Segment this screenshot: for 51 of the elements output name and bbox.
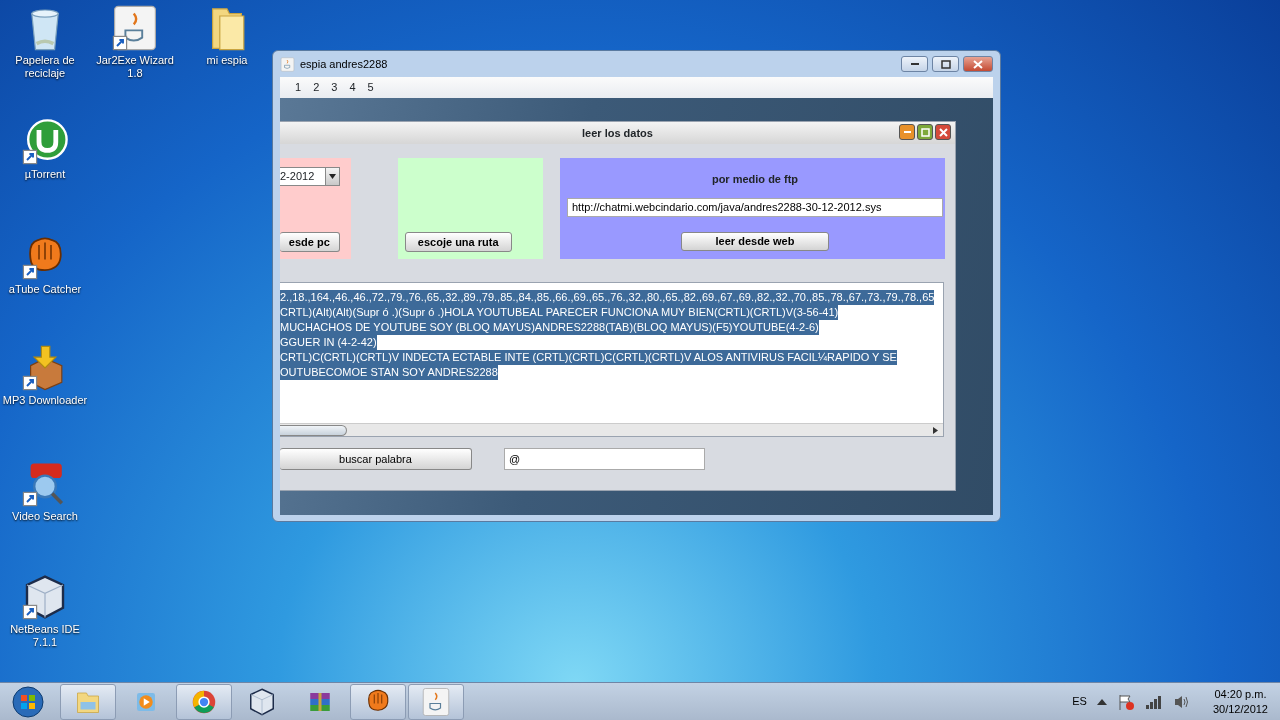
minimize-icon bbox=[910, 63, 919, 65]
flag-icon[interactable] bbox=[1116, 692, 1135, 711]
scroll-right-arrow-icon[interactable] bbox=[930, 424, 941, 436]
coffee-cup-icon bbox=[111, 4, 159, 52]
desktop-icon-label[interactable]: MP3 Downloader bbox=[2, 394, 88, 407]
signal-icon[interactable] bbox=[1144, 693, 1163, 710]
minimize-button[interactable] bbox=[901, 56, 928, 72]
ftp-heading: por medio de ftp bbox=[711, 172, 799, 187]
internal-window-title: leer los datos bbox=[582, 125, 653, 141]
round-logo-icon bbox=[21, 118, 69, 166]
menu-item[interactable]: 3 bbox=[331, 79, 338, 96]
dropdown-arrow-icon[interactable] bbox=[328, 174, 336, 179]
minimize-button[interactable] bbox=[899, 124, 915, 140]
search-word-button[interactable]: buscar palabra bbox=[280, 448, 472, 470]
horizontal-scrollbar[interactable] bbox=[280, 423, 943, 436]
menu-item[interactable]: 4 bbox=[349, 79, 356, 96]
minimize-icon bbox=[903, 131, 911, 133]
close-icon bbox=[938, 127, 948, 137]
desktop-icon-label[interactable]: Jar2Exe Wizard 1.8 bbox=[90, 54, 180, 80]
read-local-button[interactable]: esde pc bbox=[280, 232, 340, 252]
show-hidden-icons-icon[interactable] bbox=[1096, 697, 1107, 706]
date-dropdown[interactable]: 2-2012 bbox=[280, 167, 340, 186]
desktop-icon-label[interactable]: aTube Catcher bbox=[8, 283, 82, 296]
coffee-cup-icon bbox=[421, 686, 451, 717]
coffee-cup-icon bbox=[280, 56, 295, 72]
read-web-button[interactable]: leer desde web bbox=[681, 232, 829, 251]
window-title: espia andres2288 bbox=[300, 56, 388, 72]
desktop-icon-label[interactable]: mi espia bbox=[206, 54, 248, 67]
close-button[interactable] bbox=[935, 124, 951, 140]
choose-path-button[interactable]: escoje una ruta bbox=[404, 232, 512, 252]
menu-item[interactable]: 2 bbox=[313, 79, 320, 96]
close-button[interactable] bbox=[963, 56, 993, 72]
maximize-button[interactable] bbox=[932, 56, 959, 72]
clock[interactable]: 04:20 p.m. 30/12/2012 bbox=[1212, 686, 1268, 717]
maximize-icon bbox=[940, 59, 951, 69]
language-indicator[interactable]: ES bbox=[1072, 693, 1087, 710]
speaker-icon[interactable] bbox=[1172, 693, 1191, 710]
maximize-button[interactable] bbox=[917, 124, 933, 140]
cube-icon bbox=[247, 686, 277, 717]
scrollbar-thumb[interactable] bbox=[280, 424, 347, 436]
url-field[interactable]: http://chatmi.webcindario.com/java/andres2288-30-12-2012.sys bbox=[567, 197, 943, 218]
desktop-icon-label[interactable]: µTorrent bbox=[24, 168, 66, 181]
menu-item[interactable]: 1 bbox=[295, 79, 302, 96]
search-field[interactable]: @ bbox=[504, 448, 705, 470]
maximize-icon bbox=[920, 127, 930, 137]
close-icon bbox=[973, 59, 983, 69]
menu-item[interactable]: 5 bbox=[367, 79, 374, 96]
desktop-icon-label[interactable]: Papelera de reciclaje bbox=[0, 54, 90, 80]
desktop-icon-label[interactable]: NetBeans IDE 7.1.1 bbox=[0, 623, 90, 649]
desktop-icon-label[interactable]: Video Search bbox=[12, 510, 78, 523]
taskbar-button[interactable] bbox=[350, 683, 406, 720]
